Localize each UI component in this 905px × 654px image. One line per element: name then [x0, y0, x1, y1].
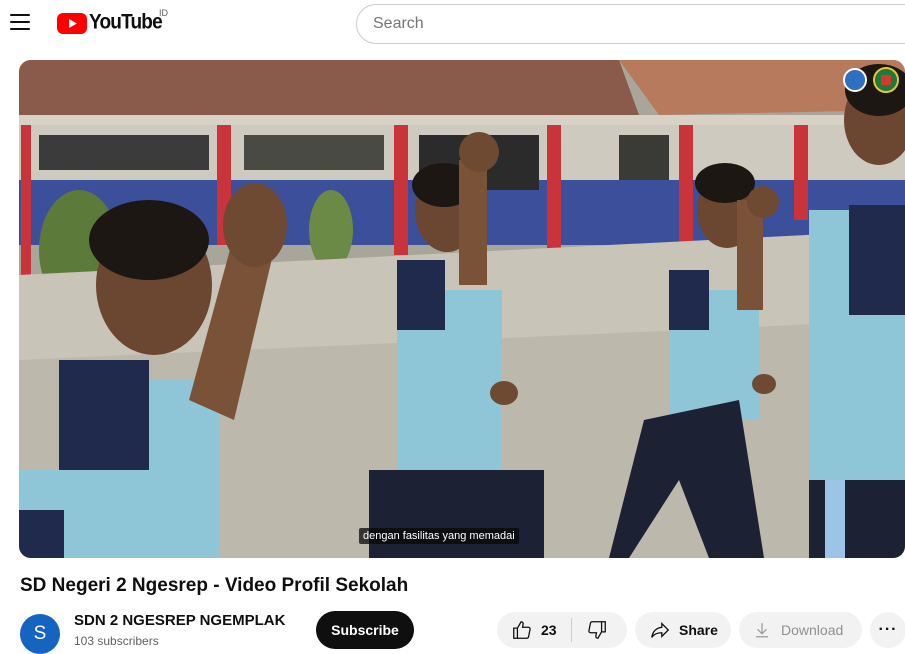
share-arrow-icon [651, 622, 670, 638]
channel-name[interactable]: SDN 2 NGESREP NGEMPLAK [74, 612, 285, 629]
top-bar: YouTube ID [0, 0, 905, 48]
search-box[interactable] [356, 4, 905, 44]
subscriber-count: 103 subscribers [74, 634, 159, 648]
more-actions-button[interactable]: ··· [870, 612, 905, 648]
like-dislike-bar: 23 [497, 612, 627, 648]
school-emblem-icon [873, 67, 899, 93]
search-input[interactable] [357, 5, 873, 43]
school-logo-icon [843, 68, 867, 92]
region-code: ID [159, 8, 168, 18]
download-button[interactable]: Download [739, 612, 862, 648]
like-count: 23 [541, 622, 557, 638]
menu-icon[interactable] [10, 14, 30, 32]
download-icon [756, 623, 768, 638]
share-button[interactable]: Share [635, 612, 731, 648]
channel-avatar[interactable]: S [20, 614, 60, 654]
logo-text: YouTube [89, 10, 163, 35]
dislike-button[interactable] [572, 612, 608, 648]
download-label: Download [781, 622, 844, 638]
youtube-play-icon [57, 12, 87, 34]
video-title: SD Negeri 2 Ngesrep - Video Profil Sekol… [20, 575, 409, 596]
share-label: Share [679, 622, 718, 638]
thumbs-down-icon [587, 621, 606, 639]
video-frame [19, 60, 905, 558]
subscribe-button[interactable]: Subscribe [316, 611, 414, 649]
thumbs-up-icon [513, 621, 531, 639]
more-icon: ··· [878, 621, 898, 638]
video-player[interactable]: dengan fasilitas yang memadai [19, 60, 905, 558]
like-button[interactable]: 23 [497, 612, 557, 648]
video-caption: dengan fasilitas yang memadai [359, 528, 519, 544]
youtube-logo[interactable]: YouTube [57, 10, 163, 35]
